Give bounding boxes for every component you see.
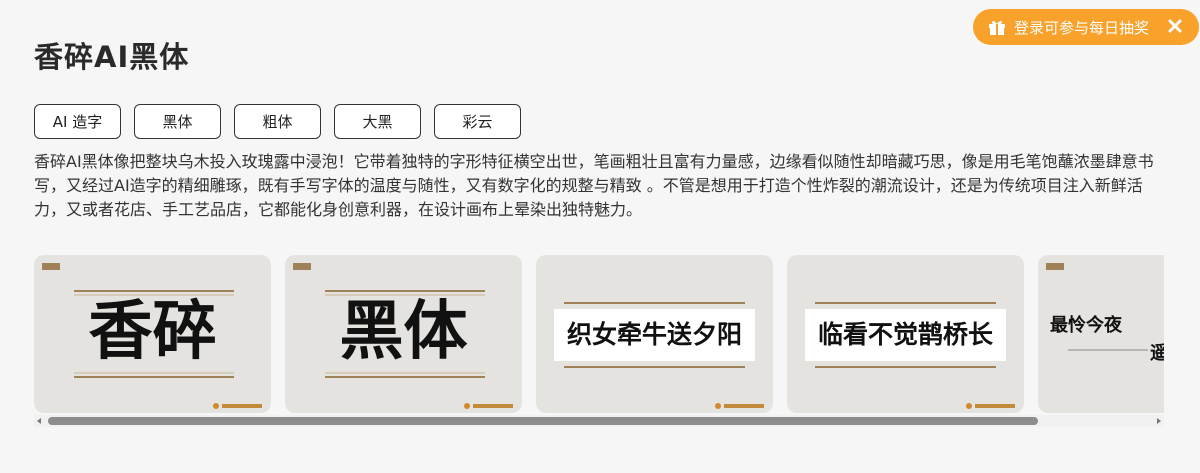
scroll-right-icon[interactable] xyxy=(1157,418,1161,424)
scrollbar-thumb[interactable] xyxy=(48,417,1038,425)
card-text: 临看不觉鹊桥长 xyxy=(818,320,994,349)
preview-gallery: 香碎 黑体 织女牵牛送夕阳 临看不觉鹊桥长 最怜今夜 遥 xyxy=(34,255,1164,415)
tag-ai-font[interactable]: AI 造字 xyxy=(34,104,121,139)
promo-label: 登录可参与每日抽奖 xyxy=(1014,18,1150,37)
card-text: 织女牵牛送夕阳 xyxy=(567,320,742,349)
preview-card[interactable]: 香碎 xyxy=(34,255,271,413)
preview-card[interactable]: 织女牵牛送夕阳 xyxy=(536,255,773,413)
login-promo-banner[interactable]: 登录可参与每日抽奖 xyxy=(973,9,1199,45)
card-text: 香碎 xyxy=(89,295,217,369)
card-text: 最怜今夜 xyxy=(1050,314,1123,336)
font-preview-image: 香碎 xyxy=(42,263,262,409)
card-text: 黑体 xyxy=(340,295,468,369)
font-preview-image: 最怜今夜 遥 xyxy=(1046,263,1164,364)
preview-card[interactable]: 临看不觉鹊桥长 xyxy=(787,255,1024,413)
tag-dahei[interactable]: 大黑 xyxy=(334,104,421,139)
gallery-scrollbar[interactable] xyxy=(34,415,1164,427)
page-title: 香碎AI黑体 xyxy=(34,40,190,74)
preview-card[interactable]: 黑体 xyxy=(285,255,522,413)
tag-list: AI 造字 黑体 粗体 大黑 彩云 xyxy=(34,104,521,139)
tag-heiti[interactable]: 黑体 xyxy=(134,104,221,139)
font-preview-image: 黑体 xyxy=(293,263,513,409)
font-description: 香碎AI黑体像把整块乌木投入玫瑰露中浸泡！它带着独特的字形特征横空出世，笔画粗壮… xyxy=(34,152,1154,219)
font-preview-image: 织女牵牛送夕阳 xyxy=(554,302,764,409)
close-icon[interactable] xyxy=(1165,16,1185,36)
card-subtext: 遥 xyxy=(1150,343,1164,364)
preview-card[interactable]: 最怜今夜 遥 xyxy=(1038,255,1164,413)
tag-caiyun[interactable]: 彩云 xyxy=(434,104,521,139)
scroll-left-icon[interactable] xyxy=(37,418,41,424)
gift-icon xyxy=(989,20,1005,35)
tag-bold[interactable]: 粗体 xyxy=(234,104,321,139)
font-preview-image: 临看不觉鹊桥长 xyxy=(805,302,1015,409)
